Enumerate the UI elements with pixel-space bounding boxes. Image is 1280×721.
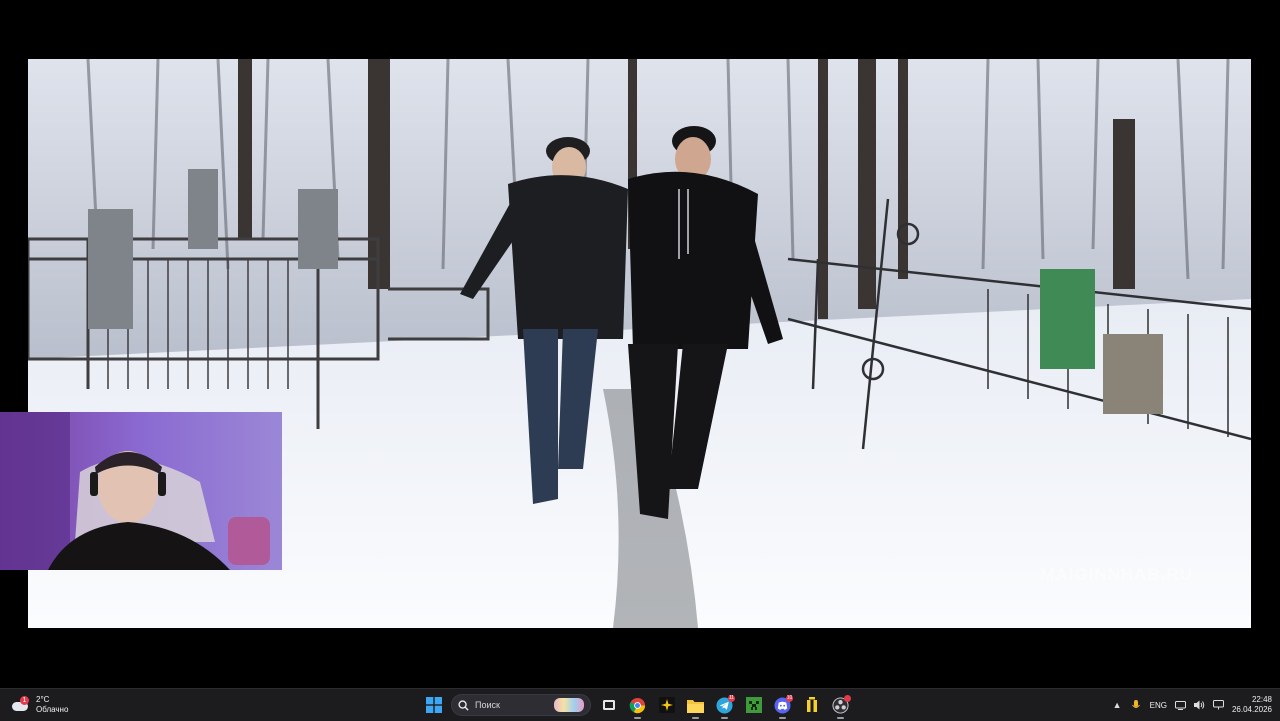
obs-recording-dot [844, 694, 851, 702]
microphone-icon[interactable] [1131, 699, 1142, 711]
chrome-button[interactable] [626, 694, 649, 719]
chrome-icon [629, 697, 646, 713]
stats-app-button[interactable] [800, 694, 823, 717]
network-icon[interactable] [1212, 700, 1224, 711]
weather-condition: Облачно [36, 705, 69, 714]
taskbar-search[interactable]: Поиск [451, 694, 591, 716]
file-explorer-button[interactable] [684, 694, 707, 719]
system-tray: ▲ ENG 22:48 26.04.2026 [1112, 693, 1272, 717]
volume-icon[interactable] [1193, 700, 1205, 711]
taskbar: 1 2°C Облачно Поиск 11 10 ▲ ENG 22:48 26… [0, 688, 1280, 721]
task-view-button[interactable] [597, 694, 620, 717]
clock[interactable]: 22:48 26.04.2026 [1232, 695, 1272, 715]
chevron-up-icon[interactable]: ▲ [1112, 700, 1123, 711]
cloud-icon: 1 [10, 696, 30, 713]
search-label: Поиск [475, 700, 500, 710]
minecraft-button[interactable] [742, 694, 765, 717]
telegram-button[interactable]: 11 [713, 694, 736, 719]
display-icon[interactable] [1174, 700, 1186, 711]
language-indicator[interactable]: ENG [1150, 701, 1167, 710]
discord-badge: 10 [786, 694, 793, 702]
start-button[interactable] [422, 694, 445, 717]
discord-button[interactable]: 10 [771, 694, 794, 719]
video-watermark: MAIGINNHAB.RU [1040, 565, 1193, 584]
search-icon [458, 699, 469, 711]
telegram-badge: 11 [728, 694, 735, 702]
weather-temperature: 2°C [36, 695, 50, 704]
minecraft-icon [745, 697, 762, 713]
task-view-icon [602, 700, 615, 710]
clock-date: 26.04.2026 [1231, 705, 1272, 714]
obs-button[interactable] [829, 694, 852, 719]
sparkle-icon [658, 697, 675, 713]
streamer-webcam [0, 412, 282, 570]
weather-badge: 1 [20, 696, 29, 705]
webcam-overlay [0, 412, 282, 570]
folder-icon [687, 699, 704, 713]
search-highlight-image [554, 698, 584, 712]
bars-icon [806, 697, 817, 712]
windows-logo-icon [425, 697, 442, 713]
photo-app-button[interactable] [655, 694, 678, 717]
weather-widget[interactable]: 1 2°C Облачно [10, 693, 68, 717]
clock-time: 22:48 [1251, 695, 1272, 704]
